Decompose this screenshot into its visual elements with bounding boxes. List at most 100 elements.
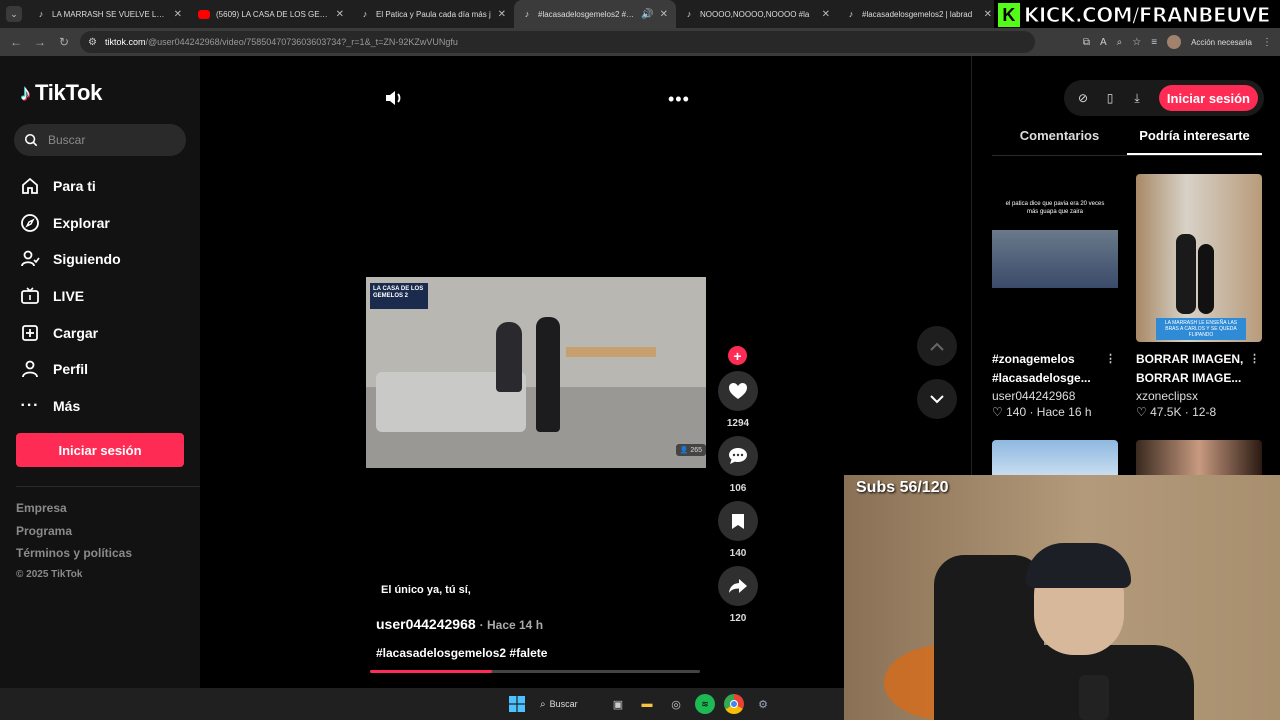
browser-tab[interactable]: ♪ NOOOO,NOOOO,NOOOO #la ✕ — [676, 0, 838, 28]
url-field[interactable]: ⚙ tiktok.com/@user044242968/video/758504… — [80, 31, 1035, 53]
card-username[interactable]: user044242968 — [992, 389, 1118, 403]
share-count: 120 — [729, 613, 747, 624]
chrome-icon[interactable] — [724, 694, 744, 714]
nav-item-live[interactable]: LIVE — [20, 278, 121, 315]
mobile-app-icon[interactable]: ▯ — [1101, 89, 1119, 107]
footer-link-empresa[interactable]: Empresa — [16, 501, 132, 524]
account-status[interactable]: Acción necesaria — [1191, 38, 1252, 47]
nav-item-para-ti[interactable]: Para ti — [20, 168, 121, 205]
site-info-icon[interactable]: ⚙ — [88, 37, 97, 48]
back-icon[interactable]: ← — [4, 35, 28, 49]
translate-icon[interactable]: A — [1100, 37, 1107, 48]
next-video-button[interactable] — [917, 379, 957, 419]
nav-item-siguiendo[interactable]: Siguiendo — [20, 241, 121, 278]
avatar[interactable] — [1167, 35, 1182, 49]
like-button[interactable]: 1294 — [718, 371, 758, 429]
media-control-icon[interactable]: ≡ — [1151, 37, 1157, 48]
nav-item-mas[interactable]: ··· Más — [20, 388, 121, 425]
task-view-icon[interactable]: ▣ — [608, 694, 628, 714]
address-bar: ← → ↻ ⚙ tiktok.com/@user044242968/video/… — [0, 28, 1280, 56]
taskbar-search[interactable]: ⌕ Buscar — [540, 696, 578, 712]
spotify-icon[interactable]: ≋ — [695, 694, 715, 714]
tab-comentarios[interactable]: Comentarios — [992, 128, 1127, 155]
follow-button[interactable]: + — [728, 346, 747, 365]
card-meta: ♡ 140 · Hace 16 h — [992, 405, 1092, 419]
tiktok-icon: ♪ — [848, 9, 854, 19]
app-icon[interactable]: ◎ — [666, 694, 686, 714]
video-hashtags[interactable]: #lacasadelosgemelos2 #falete — [376, 646, 547, 660]
steam-icon[interactable]: ⚙ — [753, 694, 773, 714]
bookmark-star-icon[interactable]: ☆ — [1132, 37, 1141, 48]
close-tab-icon[interactable]: ✕ — [984, 9, 992, 20]
zoom-icon[interactable]: ⌕ — [1117, 37, 1123, 48]
more-options-icon[interactable]: ⋮ — [1249, 350, 1260, 369]
video-thumbnail[interactable]: el patica dice que pavia era 20 veces má… — [992, 174, 1118, 342]
close-tab-icon[interactable]: ✕ — [660, 9, 668, 20]
card-caption: BORRAR IMAGEN, BORRAR IMAGE... ⋮ — [1136, 350, 1260, 385]
footer-link-terminos[interactable]: Términos y políticas — [16, 546, 132, 569]
video-player[interactable]: LA CASA DE LOS GEMELOS 2 👤 265 — [366, 277, 706, 468]
close-tab-icon[interactable]: ✕ — [822, 9, 830, 20]
volume-icon[interactable] — [384, 89, 404, 107]
video-thumbnail[interactable]: LA MARRASH LE ENSEÑA LAS BRAS A CARLOS Y… — [1136, 174, 1262, 342]
previous-video-button[interactable] — [917, 326, 957, 366]
browser-tab[interactable]: ♪ LA MARRASH SE VUELVE LOCA ✕ — [28, 0, 190, 28]
search-input[interactable] — [48, 133, 168, 147]
forward-icon[interactable]: → — [28, 35, 52, 49]
login-button-top[interactable]: Iniciar sesión — [1158, 85, 1258, 111]
browser-tab[interactable]: (5609) LA CASA DE LOS GEMELOS ✕ — [190, 0, 352, 28]
login-button[interactable]: Iniciar sesión — [16, 433, 184, 467]
video-progress-fill — [370, 670, 493, 673]
save-button[interactable]: 140 — [718, 501, 758, 559]
more-icon: ··· — [20, 396, 40, 414]
video-progress-bar[interactable] — [370, 670, 700, 673]
share-button[interactable]: 120 — [718, 566, 758, 624]
download-icon[interactable]: ⤓ — [1128, 89, 1146, 107]
save-count: 140 — [729, 548, 747, 559]
divider — [16, 486, 200, 487]
audio-playing-icon[interactable]: 🔊 — [641, 9, 653, 20]
recommended-video-card[interactable]: LA MARRASH LE ENSEÑA LAS BRAS A CARLOS Y… — [1136, 174, 1262, 419]
browser-tab[interactable]: ♪ El Patica y Paula cada día más j ✕ — [352, 0, 514, 28]
recommended-video-card[interactable]: el patica dice que pavia era 20 veces má… — [992, 174, 1118, 419]
more-options-icon[interactable]: ⋮ — [1105, 350, 1116, 369]
nav-item-explorar[interactable]: Explorar — [20, 205, 121, 242]
close-tab-icon[interactable]: ✕ — [174, 9, 182, 20]
browser-menu-icon[interactable]: ⋮ — [1262, 37, 1272, 48]
views-badge: 👤 265 — [675, 444, 706, 456]
browser-tab[interactable]: ♪ #lacasadelosgemelos2 | labrad ✕ — [838, 0, 1000, 28]
author-username[interactable]: user044242968 — [376, 616, 476, 632]
footer-links: Empresa Programa Términos y políticas © … — [16, 501, 132, 591]
card-caption: #zonagemelos #lacasadelosge... ⋮ — [992, 350, 1116, 385]
following-icon — [20, 249, 40, 269]
kick-channel-text: KICK.COM/FRANBEUVE — [1023, 3, 1271, 28]
more-options-icon[interactable]: ••• — [668, 89, 690, 110]
file-explorer-icon[interactable]: ▬ — [637, 694, 657, 714]
comment-button[interactable]: 106 — [718, 436, 758, 494]
nav-item-cargar[interactable]: Cargar — [20, 314, 121, 351]
search-icon: ⌕ — [540, 698, 546, 710]
comment-count: 106 — [729, 483, 747, 494]
search-icon — [24, 133, 38, 147]
screen: ⌄ ♪ LA MARRASH SE VUELVE LOCA ✕ (5609) L… — [0, 0, 1280, 720]
close-tab-icon[interactable]: ✕ — [336, 9, 344, 20]
tab-search-icon[interactable]: ⌄ — [6, 6, 22, 22]
top-action-bar: ⊘ ▯ ⤓ Iniciar sesión — [1064, 80, 1264, 116]
video-thumbnail[interactable] — [1136, 440, 1262, 480]
browser-tab-active[interactable]: ♪ #lacasadelosgemelos2 #fale 🔊 ✕ — [514, 0, 676, 28]
tab-podria-interesarte[interactable]: Podría interesarte — [1127, 128, 1262, 155]
card-username[interactable]: xzoneclipsx — [1136, 389, 1262, 403]
nav-item-perfil[interactable]: Perfil — [20, 351, 121, 388]
nav-list: Para ti Explorar Siguiendo LIVE Cargar P… — [20, 168, 121, 424]
install-app-icon[interactable]: ⧉ — [1083, 37, 1090, 48]
close-tab-icon[interactable]: ✕ — [498, 9, 506, 20]
compass-icon — [20, 213, 40, 233]
post-time: · Hace 14 h — [479, 618, 544, 632]
reload-icon[interactable]: ↻ — [52, 35, 76, 49]
footer-link-programa[interactable]: Programa — [16, 524, 132, 547]
windows-start-icon[interactable] — [507, 694, 527, 714]
search-box[interactable] — [14, 124, 186, 156]
compass-icon[interactable]: ⊘ — [1074, 89, 1092, 107]
tiktok-logo[interactable]: ♪ TikTok — [20, 80, 102, 106]
video-thumbnail[interactable] — [992, 440, 1118, 480]
